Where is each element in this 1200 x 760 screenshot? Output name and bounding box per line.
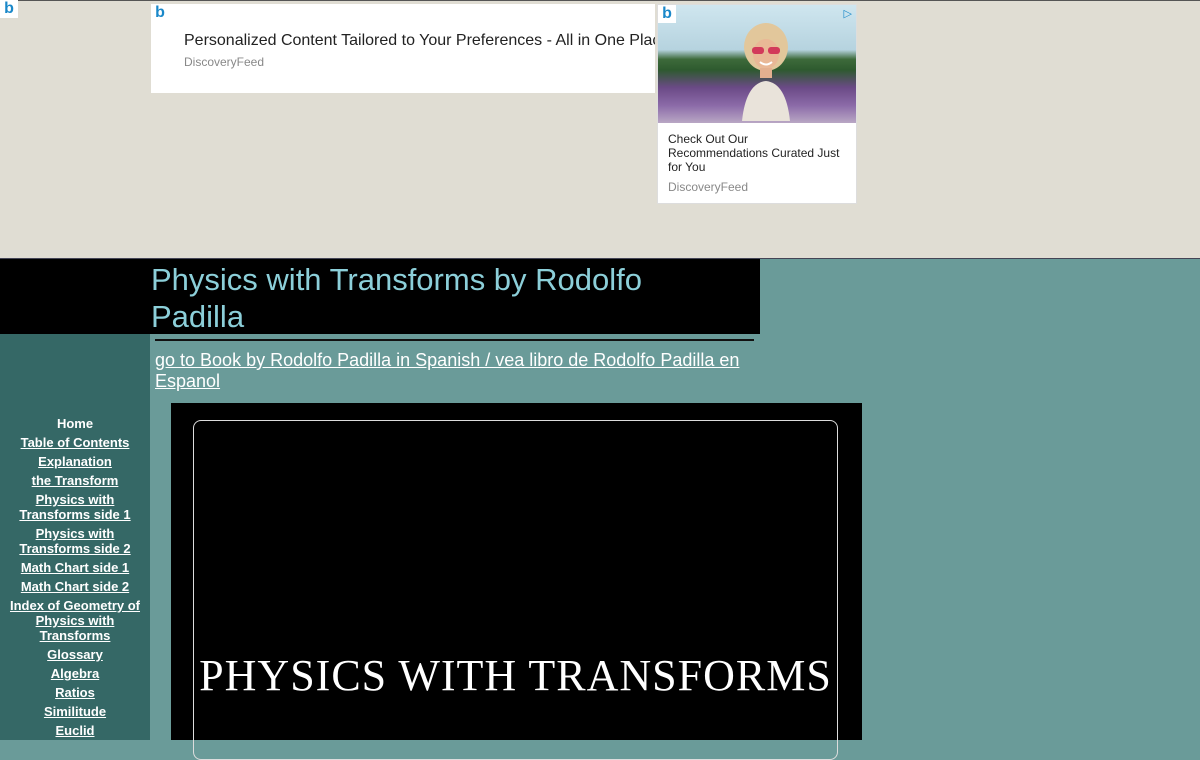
adchoices-triangle-icon[interactable]: ▷ (844, 7, 852, 20)
ad-card-image[interactable]: b (658, 5, 856, 123)
nav-glossary[interactable]: Glossary (6, 647, 144, 662)
ad-banner-headline[interactable]: Personalized Content Tailored to Your Pr… (184, 32, 655, 50)
book-cover-title: PHYSICS WITH TRANSFORMS (199, 651, 832, 700)
nav-home[interactable]: Home (6, 416, 144, 431)
nav-ratios[interactable]: Ratios (6, 685, 144, 700)
book-cover[interactable]: PHYSICS WITH TRANSFORMS (193, 420, 838, 760)
nav-table-of-contents[interactable]: Table of Contents (6, 435, 144, 450)
nav-algebra[interactable]: Algebra (6, 666, 144, 681)
sidebar-nav: Home Table of Contents Explanation the T… (0, 416, 150, 742)
nav-the-transform[interactable]: the Transform (6, 473, 144, 488)
nav-index-of-geometry[interactable]: Index of Geometry of Physics with Transf… (6, 598, 144, 643)
spanish-book-link[interactable]: go to Book by Rodolfo Padilla in Spanish… (155, 350, 765, 392)
book-cover-panel: PHYSICS WITH TRANSFORMS (171, 403, 862, 760)
ad-banner[interactable]: b Personalized Content Tailored to Your … (151, 4, 655, 93)
nav-physics-side-2[interactable]: Physics with Transforms side 2 (6, 526, 144, 556)
nav-euclid[interactable]: Euclid (6, 723, 144, 738)
page-title: Physics with Transforms by Rodolfo Padil… (151, 262, 643, 334)
nav-similitude[interactable]: Similitude (6, 704, 144, 719)
horizontal-rule (155, 339, 754, 341)
nav-math-chart-side-1[interactable]: Math Chart side 1 (6, 560, 144, 575)
ad-logo-icon[interactable]: b (0, 0, 18, 18)
nav-explanation[interactable]: Explanation (6, 454, 144, 469)
nav-math-chart-side-2[interactable]: Math Chart side 2 (6, 579, 144, 594)
ad-logo-icon[interactable]: b (151, 4, 169, 22)
ad-card-source: DiscoveryFeed (668, 180, 749, 194)
ad-banner-source: DiscoveryFeed (184, 55, 265, 69)
ad-card-text[interactable]: Check Out Our Recommendations Curated Ju… (668, 132, 848, 174)
ad-logo-icon[interactable]: b (658, 5, 676, 23)
woman-with-sunglasses-image (742, 23, 790, 121)
nav-physics-side-1[interactable]: Physics with Transforms side 1 (6, 492, 144, 522)
ad-card[interactable]: b ▷ Check Out Our Recommendations Curate… (657, 4, 857, 204)
